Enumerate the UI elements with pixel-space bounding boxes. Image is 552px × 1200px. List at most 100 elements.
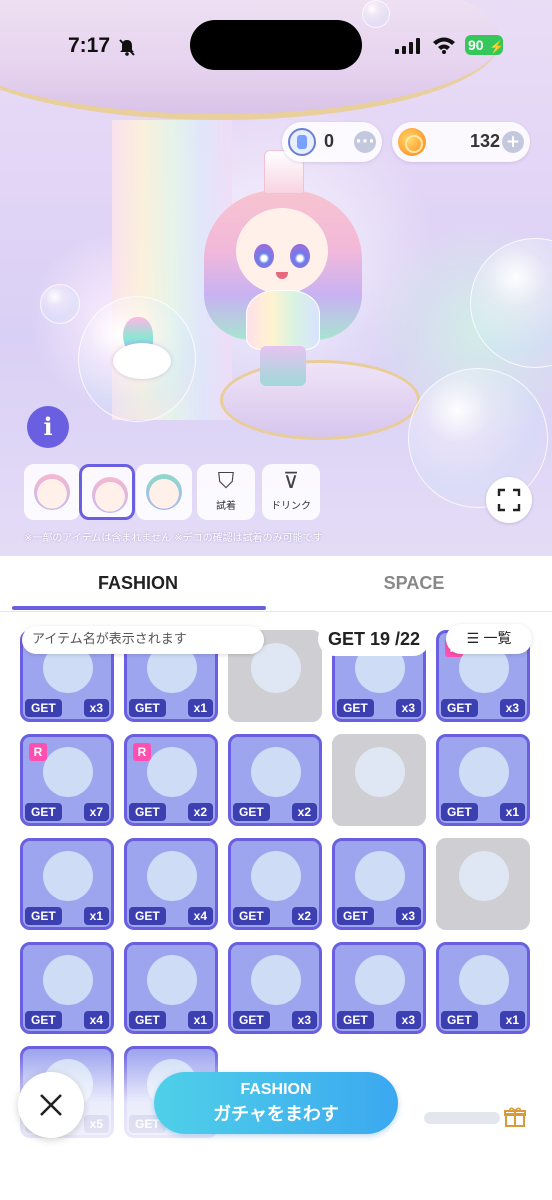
item-card[interactable] <box>436 838 530 930</box>
item-collection: アイテム名が表示されます GET 19 /22 ☰ 一覧 GET x3 GET x1 G… <box>0 612 552 1200</box>
item-count: x2 <box>291 907 317 925</box>
ticket-more-button[interactable]: ··· <box>354 131 376 153</box>
try-on-label: 試着 <box>216 501 236 512</box>
item-count: x3 <box>499 699 525 717</box>
item-card[interactable]: GET x1 <box>20 838 114 930</box>
item-thumbnail <box>251 955 301 1005</box>
active-tab-indicator <box>12 606 266 610</box>
item-card[interactable]: GET x3 <box>228 942 322 1034</box>
item-card[interactable]: GET x1 <box>436 734 530 826</box>
item-thumbnail <box>43 851 93 901</box>
item-count: x3 <box>395 699 421 717</box>
item-card[interactable]: GET x3 <box>332 838 426 930</box>
ticket-icon <box>288 128 316 156</box>
tab-fashion[interactable]: FASHION <box>0 556 276 612</box>
drink-icon: ⊽ <box>282 469 300 494</box>
item-count: x4 <box>83 1011 109 1029</box>
item-thumbnail <box>147 955 197 1005</box>
item-count: x1 <box>187 699 213 717</box>
drink-button[interactable]: ⊽ ドリンク <box>262 464 320 520</box>
item-card[interactable]: R GET x2 <box>124 734 218 826</box>
preview-thumb-2[interactable] <box>79 464 135 520</box>
item-thumbnail <box>251 851 301 901</box>
gacha-action-label: ガチャをまわす <box>213 1104 339 1125</box>
item-count: x4 <box>187 907 213 925</box>
avatar-thumbnail <box>34 474 70 510</box>
gift-icon[interactable] <box>504 1106 526 1128</box>
get-tag: GET <box>25 699 62 717</box>
list-view-button[interactable]: ☰ 一覧 <box>446 624 532 654</box>
item-thumbnail <box>147 851 197 901</box>
drink-label: ドリンク <box>271 501 311 512</box>
item-count: x1 <box>83 907 109 925</box>
item-count: x1 <box>499 803 525 821</box>
ticket-balance: 0 ··· <box>282 122 382 162</box>
get-tag: GET <box>441 803 478 821</box>
bubble-decoration <box>40 284 80 324</box>
get-tag: GET <box>129 1011 166 1029</box>
item-card[interactable]: GET x3 <box>332 942 426 1034</box>
spin-gacha-button[interactable]: FASHION ガチャをまわす <box>154 1072 398 1134</box>
get-tag: GET <box>233 803 270 821</box>
item-card[interactable]: R GET x7 <box>20 734 114 826</box>
get-tag: GET <box>337 907 374 925</box>
item-card[interactable]: GET x4 <box>20 942 114 1034</box>
item-card[interactable]: GET x2 <box>228 838 322 930</box>
item-count: x1 <box>187 1011 213 1029</box>
category-tabs: FASHION SPACE <box>0 556 552 612</box>
battery-level: 90 <box>468 37 484 53</box>
item-thumbnail <box>251 747 301 797</box>
item-card[interactable]: GET x1 <box>436 942 530 1034</box>
add-coins-button[interactable]: + <box>502 131 524 153</box>
collection-progress: GET 19 /22 <box>318 622 431 656</box>
item-card[interactable] <box>332 734 426 826</box>
avatar-legs <box>260 346 306 386</box>
preview-thumb-3[interactable] <box>136 464 192 520</box>
item-thumbnail <box>459 851 509 901</box>
info-button[interactable]: i <box>27 406 69 448</box>
fullscreen-button[interactable] <box>486 477 532 523</box>
avatar-thumbnail <box>92 477 128 513</box>
item-thumbnail <box>355 851 405 901</box>
ticket-count: 0 <box>324 131 335 151</box>
expand-icon <box>497 488 521 512</box>
item-count: x1 <box>499 1011 525 1029</box>
rarity-badge: R <box>29 743 47 761</box>
battery-indicator: 90 ⚡ <box>465 35 504 55</box>
get-tag: GET <box>337 1011 374 1029</box>
reward-progress-bar <box>424 1112 500 1124</box>
get-tag: GET <box>233 907 270 925</box>
avatar-eye <box>254 244 274 268</box>
wifi-icon <box>433 37 455 54</box>
avatar-eye <box>290 244 310 268</box>
item-thumbnail <box>43 747 93 797</box>
preview-notice: ※一部のアイテムは含まれません ※デコの確認は試着のみ可能です <box>24 533 323 544</box>
item-thumbnail <box>147 747 197 797</box>
rarity-badge: R <box>133 743 151 761</box>
close-icon <box>40 1094 62 1116</box>
avatar-face <box>236 208 328 294</box>
item-thumbnail <box>355 747 405 797</box>
item-thumbnail <box>355 955 405 1005</box>
item-thumbnail <box>459 747 509 797</box>
get-tag: GET <box>25 1011 62 1029</box>
preview-thumb-1[interactable] <box>24 464 80 520</box>
get-tag: GET <box>233 1011 270 1029</box>
item-count: x2 <box>187 803 213 821</box>
dynamic-island <box>190 20 362 70</box>
coin-balance: 132 + <box>392 122 530 162</box>
item-card[interactable]: GET x1 <box>124 942 218 1034</box>
item-count: x3 <box>395 1011 421 1029</box>
try-on-button[interactable]: ⛉ 試着 <box>197 464 255 520</box>
get-tag: GET <box>129 907 166 925</box>
avatar-character <box>198 150 368 390</box>
item-card[interactable]: GET x4 <box>124 838 218 930</box>
tab-space[interactable]: SPACE <box>276 556 552 612</box>
item-name-display: アイテム名が表示されます <box>22 626 264 654</box>
item-card[interactable]: GET x2 <box>228 734 322 826</box>
close-button[interactable] <box>18 1072 84 1138</box>
shirt-icon: ⛉ <box>217 469 235 494</box>
item-thumbnail <box>459 955 509 1005</box>
charging-icon: ⚡ <box>489 40 504 54</box>
coin-count: 132 <box>469 131 500 151</box>
